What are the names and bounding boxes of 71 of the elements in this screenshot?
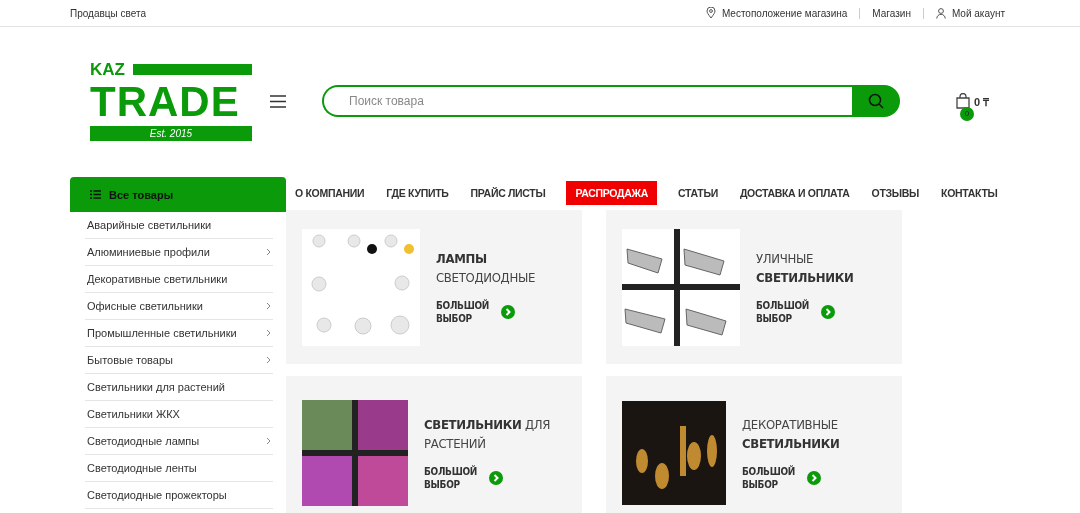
category-card[interactable]: ДЕКОРАТИВНЫЕ СВЕТИЛЬНИКИ БОЛЬШОЙ ВЫБОР xyxy=(606,376,902,513)
category-card[interactable]: УЛИЧНЫЕ СВЕТИЛЬНИКИ БОЛЬШОЙ ВЫБОР xyxy=(606,210,902,364)
category-item[interactable]: Светильники ЖКХ xyxy=(85,401,273,428)
category-item[interactable]: Светодиодные прожекторы xyxy=(85,482,273,509)
nav-link[interactable]: РАСПРОДАЖА xyxy=(566,180,658,205)
category-label: Алюминиевые профили xyxy=(87,246,210,258)
nav-link[interactable]: КОНТАКТЫ xyxy=(932,180,1007,205)
category-label: Промышленные светильники xyxy=(87,327,237,339)
arrow-circle-icon[interactable] xyxy=(489,471,504,485)
category-label: Светодиодные лампы xyxy=(87,435,200,447)
user-icon xyxy=(935,7,946,19)
arrow-circle-icon[interactable] xyxy=(501,305,516,319)
logo-text: KAZ xyxy=(90,61,125,78)
kaz-trade-logo[interactable]: KAZ TRADE Est. 2015 xyxy=(90,61,252,141)
category-item[interactable]: Промышленные светильники xyxy=(85,320,273,347)
category-card[interactable]: СВЕТИЛЬНИКИ ДЛЯ РАСТЕНИЙ БОЛЬШОЙ ВЫБОР xyxy=(286,376,582,513)
chevron-right-icon xyxy=(266,437,271,445)
category-item[interactable]: Офисные светильники xyxy=(85,293,273,320)
wide-choice-link[interactable]: БОЛЬШОЙ ВЫБОР xyxy=(756,299,810,325)
category-label: Бытовые товары xyxy=(87,354,173,366)
chevron-right-icon xyxy=(266,302,271,310)
nav-link[interactable]: ГДЕ КУПИТЬ xyxy=(377,180,458,205)
cart-count-badge: 0 xyxy=(960,107,974,121)
category-item[interactable]: Алюминиевые профили xyxy=(85,239,273,266)
top-link[interactable]: Местоположение магазина xyxy=(721,7,848,19)
category-label: Светильники ЖКХ xyxy=(87,408,180,420)
wide-choice-link[interactable]: БОЛЬШОЙ ВЫБОР xyxy=(424,465,478,491)
arrow-circle-icon[interactable] xyxy=(821,305,836,319)
category-title: ДЕКОРАТИВНЫЕ СВЕТИЛЬНИКИ xyxy=(742,416,840,453)
category-item[interactable]: Бытовые товары xyxy=(85,347,273,374)
category-label: Офисные светильники xyxy=(87,300,203,312)
wide-choice-link[interactable]: БОЛЬШОЙ ВЫБОР xyxy=(436,299,490,325)
location-pin-icon xyxy=(705,7,716,19)
wide-choice-link[interactable]: БОЛЬШОЙ ВЫБОР xyxy=(742,465,796,491)
all-products-label: Все товары xyxy=(109,188,174,201)
category-label: Светодиодные ленты xyxy=(87,462,197,474)
chevron-right-icon xyxy=(266,329,271,337)
top-link[interactable]: Магазин xyxy=(872,7,911,19)
category-label: Светильники для растений xyxy=(87,381,225,393)
top-link[interactable]: Мой акаунт xyxy=(951,7,1005,19)
category-card[interactable]: ЛАМПЫ СВЕТОДИОДНЫЕ БОЛЬШОЙ ВЫБОР xyxy=(286,210,582,364)
all-products-header[interactable]: Все товары xyxy=(70,177,286,212)
category-title: ЛАМПЫ СВЕТОДИОДНЫЕ xyxy=(436,250,536,287)
category-label: Декоративные светильники xyxy=(87,273,228,285)
category-item[interactable]: Светильники для растений xyxy=(85,374,273,401)
category-label: Аварийные светильники xyxy=(87,219,212,231)
search-icon xyxy=(868,93,884,109)
category-item[interactable]: Аварийные светильники xyxy=(85,212,273,239)
list-icon xyxy=(90,190,101,199)
chevron-right-icon xyxy=(266,248,271,256)
category-title: СВЕТИЛЬНИКИ ДЛЯ РАСТЕНИЙ xyxy=(424,416,551,453)
logo-text: TRADE xyxy=(90,80,241,124)
shopping-bag-icon[interactable] xyxy=(956,93,970,109)
nav-link[interactable]: СТАТЬИ xyxy=(669,180,727,205)
category-title: УЛИЧНЫЕ СВЕТИЛЬНИКИ xyxy=(756,250,854,287)
tagline: Продавцы света xyxy=(70,7,146,19)
chevron-right-icon xyxy=(266,356,271,364)
nav-link[interactable]: ДОСТАВКА И ОПЛАТА xyxy=(730,180,859,205)
search-button[interactable] xyxy=(852,85,900,117)
category-item[interactable]: Светодиодные лампы xyxy=(85,428,273,455)
cart-total: 0 ₸ xyxy=(974,94,990,109)
nav-link[interactable]: О КОМПАНИИ xyxy=(286,180,374,205)
nav-link[interactable]: ПРАЙС ЛИСТЫ xyxy=(461,180,555,205)
category-label: Светодиодные прожекторы xyxy=(87,489,227,501)
category-item[interactable]: Декоративные светильники xyxy=(85,266,273,293)
search-field[interactable]: Поиск товара xyxy=(322,85,852,117)
category-item[interactable]: Светодиодные ленты xyxy=(85,455,273,482)
arrow-circle-icon[interactable] xyxy=(807,471,822,485)
menu-icon[interactable] xyxy=(270,94,286,108)
logo-tagline: Est. 2015 xyxy=(90,126,252,141)
nav-link[interactable]: ОТЗЫВЫ xyxy=(862,180,929,205)
